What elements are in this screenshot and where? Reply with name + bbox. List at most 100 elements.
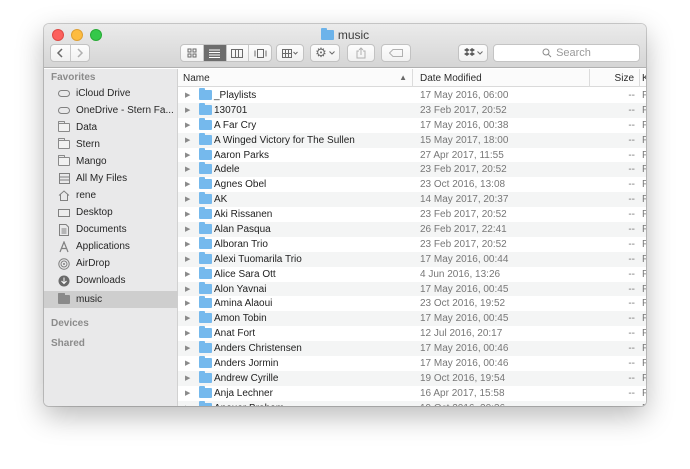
- kind-column-header[interactable]: Ki: [640, 69, 646, 87]
- file-name: A Winged Victory for The Sullen: [214, 134, 355, 146]
- disclosure-triangle-icon[interactable]: ▶: [185, 136, 190, 144]
- disclosure-triangle-icon[interactable]: ▶: [185, 329, 190, 337]
- name-column-header[interactable]: Name ▲: [178, 69, 413, 87]
- disclosure-triangle-icon[interactable]: ▶: [185, 210, 190, 218]
- action-menu-button[interactable]: ⚙: [310, 44, 340, 62]
- back-button[interactable]: [51, 45, 71, 61]
- file-size: --: [628, 372, 635, 384]
- date-modified: 27 Apr 2017, 11:55: [420, 149, 504, 161]
- sidebar-item-label: music: [76, 294, 103, 305]
- disclosure-triangle-icon[interactable]: ▶: [185, 314, 190, 322]
- disclosure-triangle-icon[interactable]: ▶: [185, 299, 190, 307]
- disclosure-triangle-icon[interactable]: ▶: [185, 404, 190, 406]
- file-size: --: [628, 343, 635, 355]
- sidebar-item-label: Applications: [76, 241, 130, 252]
- sidebar-item-downloads[interactable]: Downloads: [44, 272, 178, 289]
- table-row[interactable]: ▶ Anat Fort 12 Jul 2016, 20:17 -- Fo: [178, 326, 646, 341]
- table-row[interactable]: ▶ _Playlists 17 May 2016, 06:00 -- Fo: [178, 88, 646, 103]
- date-modified: 17 May 2016, 06:00: [420, 90, 509, 101]
- file-size: --: [590, 403, 635, 406]
- disclosure-triangle-icon[interactable]: ▶: [185, 374, 190, 382]
- sidebar-item-rene[interactable]: rene: [44, 187, 178, 204]
- icon-view-button[interactable]: [181, 45, 204, 61]
- cover-flow-view-button[interactable]: [249, 45, 271, 61]
- file-size: --: [628, 328, 635, 340]
- file-list: Name ▲ Date Modified Size Ki ▶ _Playlists…: [178, 69, 646, 406]
- table-row[interactable]: ▶ Anders Christensen 17 May 2016, 00:46 -- F…: [178, 341, 646, 357]
- sidebar-item-music[interactable]: music: [44, 291, 178, 308]
- file-size: --: [628, 298, 635, 310]
- table-row[interactable]: ▶ Alice Sara Ott 4 Jun 2016, 13:26 -- Fo: [178, 266, 646, 282]
- table-row[interactable]: ▶ Aaron Parks 27 Apr 2017, 11:55 -- Fo: [178, 147, 646, 163]
- file-kind: Fo: [642, 372, 646, 384]
- table-row[interactable]: ▶ Anja Lechner 16 Apr 2017, 15:58 -- Fo: [178, 385, 646, 401]
- disclosure-triangle-icon[interactable]: ▶: [185, 165, 190, 173]
- file-name: Alan Pasqua: [214, 224, 271, 236]
- disclosure-triangle-icon[interactable]: ▶: [185, 180, 190, 188]
- folder-icon: [199, 251, 212, 264]
- table-row[interactable]: ▶ 130701 23 Feb 2017, 20:52 -- Fo: [178, 102, 646, 118]
- column-header: Name ▲ Date Modified Size Ki: [178, 69, 646, 87]
- table-row[interactable]: ▶ Adele 23 Feb 2017, 20:52 -- Fo: [178, 162, 646, 178]
- arrange-button[interactable]: [276, 44, 304, 62]
- table-row[interactable]: ▶ Amon Tobin 17 May 2016, 00:45 -- Fo: [178, 311, 646, 327]
- sidebar-item-applications[interactable]: Applications: [44, 238, 178, 255]
- finder-window: music ⚙ Search Favorites iCloud Drive On…: [44, 24, 646, 406]
- gear-icon: ⚙: [315, 45, 327, 60]
- table-row[interactable]: ▶ Anouar Brahem 19 Oct 2016, 20:36 -- Fo: [178, 400, 646, 406]
- disclosure-triangle-icon[interactable]: ▶: [185, 255, 190, 263]
- disclosure-triangle-icon[interactable]: ▶: [185, 195, 190, 203]
- file-size: --: [628, 179, 635, 191]
- disclosure-triangle-icon[interactable]: ▶: [185, 121, 190, 129]
- chevron-right-icon: [77, 48, 83, 58]
- icon-view-icon: [187, 48, 197, 58]
- devices-heading[interactable]: Devices: [51, 318, 89, 329]
- disclosure-triangle-icon[interactable]: ▶: [185, 151, 190, 159]
- table-row[interactable]: ▶ Amina Alaoui 23 Oct 2016, 19:52 -- Fo: [178, 296, 646, 311]
- table-row[interactable]: ▶ Agnes Obel 23 Oct 2016, 13:08 -- Fo: [178, 177, 646, 192]
- disclosure-triangle-icon[interactable]: ▶: [185, 240, 190, 248]
- sidebar-item-data[interactable]: Data: [44, 119, 178, 136]
- disclosure-triangle-icon[interactable]: ▶: [185, 359, 190, 367]
- sidebar-item-desktop[interactable]: Desktop: [44, 204, 178, 221]
- sidebar-item-mango[interactable]: Mango: [44, 153, 178, 170]
- date-modified: 4 Jun 2016, 13:26: [420, 268, 501, 280]
- table-row[interactable]: ▶ Alan Pasqua 26 Feb 2017, 22:41 -- Fo: [178, 222, 646, 237]
- table-row[interactable]: ▶ AK 14 May 2017, 20:37 -- Fo: [178, 192, 646, 208]
- table-row[interactable]: ▶ Alon Yavnai 17 May 2016, 00:45 -- Fo: [178, 281, 646, 297]
- list-view-icon: [209, 49, 221, 58]
- search-field[interactable]: Search: [493, 44, 640, 62]
- dropbox-button[interactable]: [458, 44, 488, 62]
- sidebar-item-icloud-drive[interactable]: iCloud Drive: [44, 85, 178, 102]
- disclosure-triangle-icon[interactable]: ▶: [185, 389, 190, 397]
- sidebar-item-airdrop[interactable]: AirDrop: [44, 255, 178, 272]
- sidebar-item-onedrive[interactable]: OneDrive - Stern Fa...: [44, 102, 178, 119]
- table-row[interactable]: ▶ A Winged Victory for The Sullen 15 May 2…: [178, 132, 646, 148]
- size-column-header[interactable]: Size: [590, 69, 640, 87]
- table-row[interactable]: ▶ Alexi Tuomarila Trio 17 May 2016, 00:44 -…: [178, 251, 646, 267]
- disclosure-triangle-icon[interactable]: ▶: [185, 106, 190, 114]
- date-modified-column-header[interactable]: Date Modified: [413, 69, 590, 87]
- disclosure-triangle-icon[interactable]: ▶: [185, 270, 190, 278]
- disclosure-triangle-icon[interactable]: ▶: [185, 344, 190, 352]
- table-row[interactable]: ▶ A Far Cry 17 May 2016, 00:38 -- Fo: [178, 117, 646, 133]
- column-view-button[interactable]: [227, 45, 250, 61]
- disclosure-triangle-icon[interactable]: ▶: [185, 285, 190, 293]
- file-kind: Fo: [642, 328, 646, 340]
- sidebar-item-documents[interactable]: Documents: [44, 221, 178, 238]
- share-button[interactable]: [347, 44, 375, 62]
- table-row[interactable]: ▶ Alboran Trio 23 Feb 2017, 20:52 -- Fo: [178, 236, 646, 252]
- edit-tags-button[interactable]: [381, 44, 411, 62]
- table-row[interactable]: ▶ Aki Rissanen 23 Feb 2017, 20:52 -- Fo: [178, 207, 646, 222]
- sidebar-item-all-my-files[interactable]: All My Files: [44, 170, 178, 187]
- disclosure-triangle-icon[interactable]: ▶: [185, 225, 190, 233]
- file-kind: Fo: [642, 209, 646, 221]
- disclosure-triangle-icon[interactable]: ▶: [185, 91, 190, 99]
- forward-button[interactable]: [71, 45, 90, 61]
- folder-icon: [199, 222, 212, 235]
- list-view-button[interactable]: [203, 45, 227, 61]
- shared-heading[interactable]: Shared: [51, 338, 85, 349]
- table-row[interactable]: ▶ Anders Jormin 17 May 2016, 00:46 -- Fo: [178, 356, 646, 371]
- table-row[interactable]: ▶ Andrew Cyrille 19 Oct 2016, 19:54 -- Fo: [178, 370, 646, 386]
- sidebar-item-stern[interactable]: Stern: [44, 136, 178, 153]
